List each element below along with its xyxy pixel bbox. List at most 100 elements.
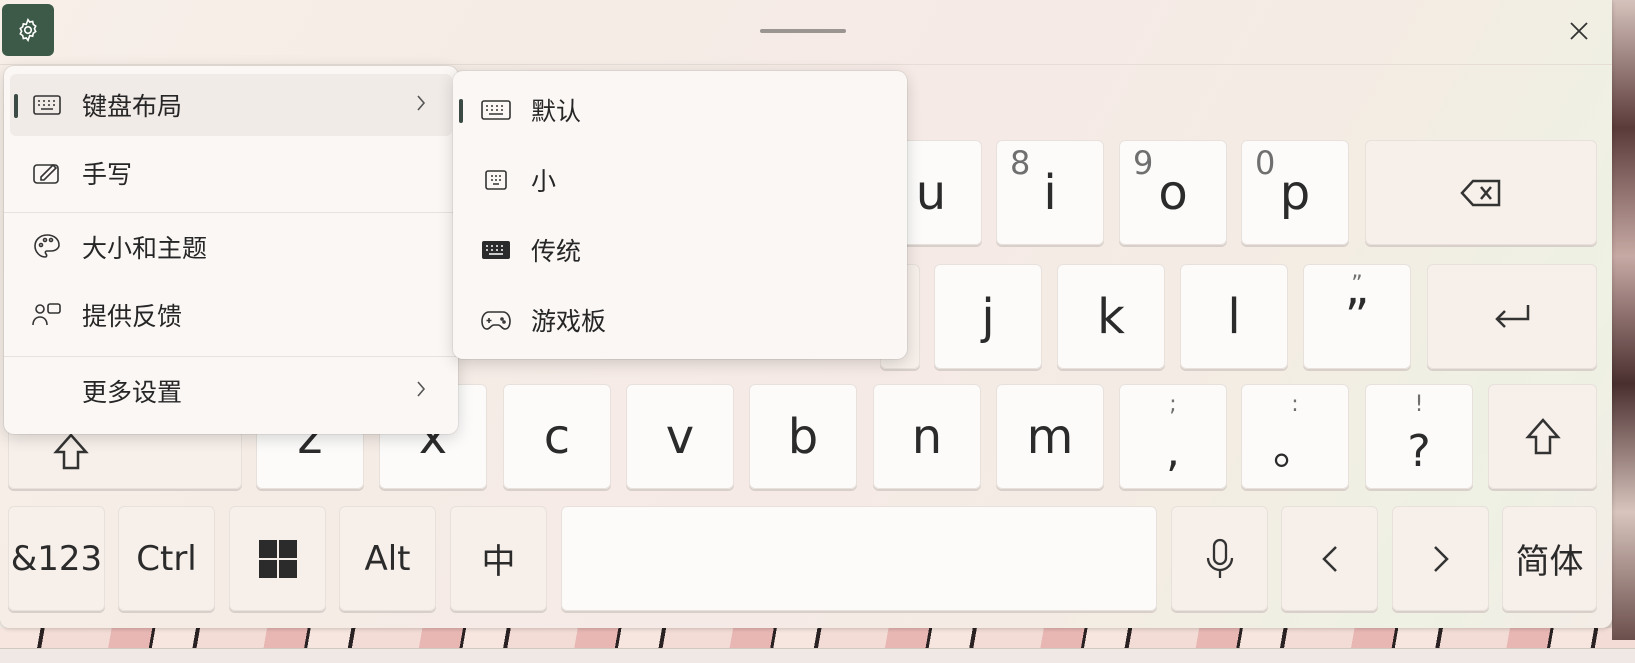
key-label: o <box>1158 164 1188 221</box>
key-i[interactable]: 8 i <box>996 140 1104 245</box>
gear-icon <box>19 17 37 43</box>
key-label: i <box>1043 164 1057 221</box>
menu-divider <box>4 356 458 357</box>
key-sublabel: 8 <box>1010 144 1031 182</box>
key-left[interactable] <box>1281 506 1378 611</box>
key-backspace[interactable] <box>1365 140 1597 245</box>
key-symbols[interactable]: &123 <box>8 506 105 611</box>
key-microphone[interactable] <box>1171 506 1268 611</box>
key-quote[interactable]: ” ” <box>1303 264 1411 369</box>
key-sublabel: 9 <box>1133 144 1154 182</box>
key-windows[interactable] <box>229 506 326 611</box>
key-toplabel: ! <box>1414 392 1424 417</box>
close-icon <box>1570 22 1588 40</box>
key-comma[interactable]: ; , <box>1119 384 1227 489</box>
keyboard-layout-submenu: 默认 小 传统 游戏板 <box>453 71 907 359</box>
key-ctrl[interactable]: Ctrl <box>118 506 215 611</box>
menu-item-size-theme[interactable]: 大小和主题 <box>10 216 452 278</box>
key-enter[interactable] <box>1427 264 1597 369</box>
key-question[interactable]: ! ? <box>1365 384 1473 489</box>
key-alt[interactable]: Alt <box>339 506 436 611</box>
key-label: v <box>665 408 695 465</box>
menu-item-feedback[interactable]: 提供反馈 <box>10 284 452 346</box>
menu-item-handwriting[interactable]: 手写 <box>10 142 452 204</box>
key-v[interactable]: v <box>626 384 734 489</box>
microphone-icon <box>1206 538 1233 578</box>
wallpaper-strip <box>0 628 1635 648</box>
key-label: l <box>1227 288 1241 345</box>
close-button[interactable] <box>1560 12 1598 50</box>
settings-menu: 键盘布局 手写 大小和主题 提供反馈 更多设置 <box>4 66 458 434</box>
menu-item-label: 更多设置 <box>82 378 183 407</box>
layout-option-label: 传统 <box>531 237 582 266</box>
layout-option-small[interactable]: 小 <box>455 149 901 211</box>
chevron-right-icon <box>416 380 426 402</box>
menu-item-keyboard-layout[interactable]: 键盘布局 <box>10 74 452 136</box>
key-m[interactable]: m <box>996 384 1104 489</box>
menu-item-label: 键盘布局 <box>82 92 183 121</box>
menu-item-label: 大小和主题 <box>82 234 208 263</box>
key-label: k <box>1097 288 1125 345</box>
key-label: p <box>1279 164 1311 221</box>
key-n[interactable]: n <box>873 384 981 489</box>
keyboard-traditional-icon <box>481 237 511 263</box>
key-label: ? <box>1407 426 1431 477</box>
layout-option-label: 小 <box>531 167 557 196</box>
feedback-icon <box>32 302 62 328</box>
key-label: , <box>1166 426 1180 477</box>
key-label: b <box>787 408 819 465</box>
layout-option-default[interactable]: 默认 <box>455 79 901 141</box>
key-sublabel: 0 <box>1255 144 1276 182</box>
keyboard-default-icon <box>481 97 511 123</box>
settings-button[interactable] <box>2 4 54 56</box>
key-label: 中 <box>481 542 516 582</box>
chevron-right-icon <box>1433 545 1449 572</box>
chevron-right-icon <box>416 94 426 116</box>
taskbar-edge <box>0 648 1635 663</box>
key-label: c <box>543 408 571 465</box>
key-l[interactable]: l <box>1180 264 1288 369</box>
key-toplabel: ” <box>1351 272 1363 297</box>
menu-item-label: 提供反馈 <box>82 302 183 331</box>
key-space[interactable] <box>561 506 1157 611</box>
gamepad-icon <box>481 307 511 333</box>
key-ime-mode[interactable]: 中 <box>450 506 547 611</box>
layout-option-gamepad[interactable]: 游戏板 <box>455 289 901 351</box>
touch-keyboard-window: u 8 i 9 o 0 p j k l ” ” z x c v b n m ; … <box>0 0 1612 628</box>
key-label: m <box>1026 408 1074 465</box>
key-label: &123 <box>10 538 103 579</box>
drag-handle[interactable] <box>760 29 846 33</box>
key-toplabel: ; <box>1169 392 1177 417</box>
titlebar-divider <box>0 64 1612 65</box>
key-right[interactable] <box>1392 506 1489 611</box>
key-simplified[interactable]: 简体 <box>1502 506 1597 611</box>
active-indicator <box>14 94 18 118</box>
key-label: Alt <box>364 538 411 579</box>
keyboard-small-icon <box>481 167 511 193</box>
selected-indicator <box>459 99 463 123</box>
key-label: n <box>911 408 943 465</box>
key-j[interactable]: j <box>934 264 1042 369</box>
key-shift-right[interactable] <box>1488 384 1597 489</box>
key-b[interactable]: b <box>749 384 857 489</box>
palette-icon <box>32 234 62 260</box>
enter-icon <box>1495 304 1530 328</box>
layout-option-label: 默认 <box>531 97 582 126</box>
key-label: Ctrl <box>136 538 197 579</box>
key-label: j <box>981 288 995 345</box>
shift-icon <box>53 433 89 470</box>
wallpaper-right-edge <box>1612 0 1635 640</box>
key-label: 简体 <box>1515 542 1584 582</box>
layout-option-traditional[interactable]: 传统 <box>455 219 901 281</box>
windows-icon <box>258 539 297 578</box>
key-k[interactable]: k <box>1057 264 1165 369</box>
key-c[interactable]: c <box>503 384 611 489</box>
menu-item-more-settings[interactable]: 更多设置 <box>10 360 452 422</box>
key-o[interactable]: 9 o <box>1119 140 1227 245</box>
key-period[interactable]: : 。 <box>1241 384 1349 489</box>
menu-divider <box>4 212 458 213</box>
menu-item-label: 手写 <box>82 160 133 189</box>
keyboard-icon <box>32 92 62 118</box>
chevron-left-icon <box>1321 545 1337 572</box>
key-p[interactable]: 0 p <box>1241 140 1349 245</box>
